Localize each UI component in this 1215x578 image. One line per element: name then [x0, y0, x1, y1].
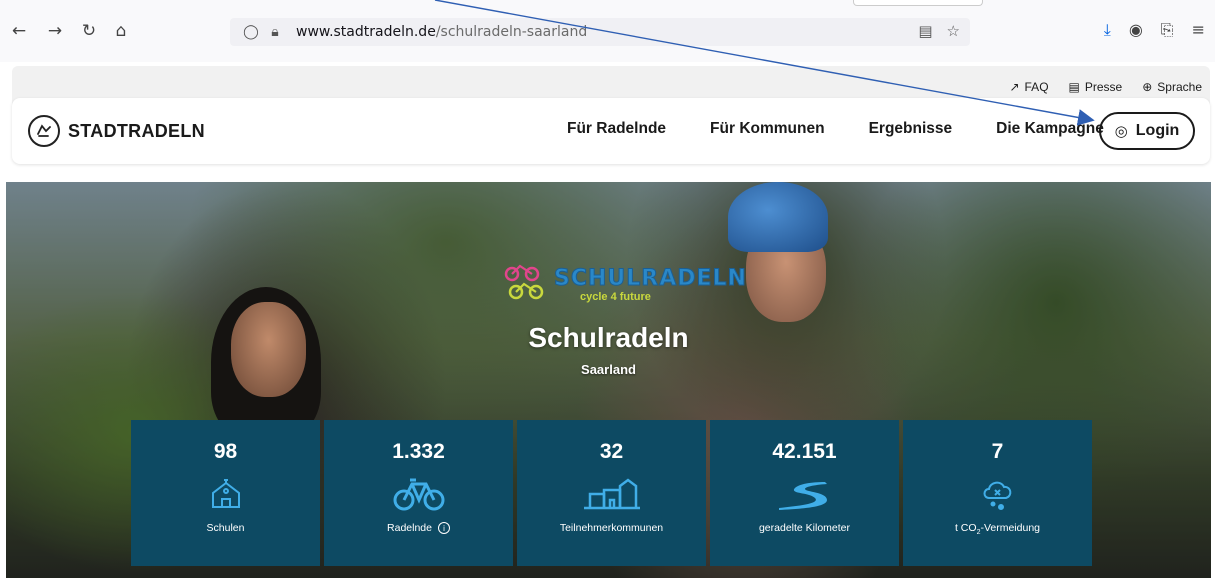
stat-label: geradelte Kilometer	[758, 522, 851, 534]
stat-card-kilometer: 42.151 geradelte Kilometer	[710, 420, 899, 566]
page: ↗ FAQ ▤ Presse ⊕ Sprache STADTRADELN Für Ra…	[0, 62, 1215, 578]
home-icon[interactable]: ⌂	[110, 20, 132, 42]
brand-subtitle: cycle 4 future	[580, 291, 651, 303]
account-icon[interactable]: ◉	[1129, 20, 1143, 40]
stat-value: 7	[991, 440, 1004, 463]
stat-label: Schulen	[206, 522, 245, 534]
info-icon[interactable]: i	[437, 522, 450, 534]
faq-link[interactable]: ↗ FAQ	[1009, 80, 1048, 94]
bicycle-icon	[392, 476, 446, 512]
stat-label-row: t CO2-Vermeidung	[955, 522, 1040, 536]
download-icon[interactable]: ⤓	[1104, 20, 1111, 40]
stat-value: 1.332	[392, 440, 445, 463]
presse-label: Presse	[1084, 80, 1123, 94]
main-navigation: STADTRADELN Für Radelnde Für Kommunen Er…	[12, 98, 1210, 164]
stat-card-radelnde: 1.332 Radelnde i	[324, 420, 513, 566]
back-arrow-icon[interactable]: ←	[8, 20, 30, 42]
hero-subtitle: Saarland	[581, 362, 636, 377]
faq-label: FAQ	[1024, 80, 1049, 94]
globe-icon: ⊕	[1142, 80, 1153, 94]
school-icon	[209, 476, 243, 512]
sprache-link[interactable]: ⊕ Sprache	[1142, 80, 1202, 94]
stat-label-row: Radelnde i	[387, 522, 450, 534]
logo-text: STADTRADELN	[68, 120, 205, 141]
menu-icon[interactable]: ≡	[1192, 20, 1205, 40]
arrow-up-right-icon: ↗	[1009, 80, 1020, 94]
stat-label: Teilnehmerkommunen	[559, 522, 664, 534]
url-text[interactable]: www.stadtradeln.de/schulradeln-saarland	[296, 24, 587, 40]
reader-view-icon[interactable]: ▤	[918, 22, 932, 40]
co2-cloud-icon	[981, 476, 1015, 512]
presse-link[interactable]: ▤ Presse	[1069, 80, 1123, 94]
buildings-icon	[582, 476, 642, 512]
schulradeln-logo: SCHULRADELN cycle 4 future	[502, 262, 747, 307]
site-logo[interactable]: STADTRADELN	[28, 115, 205, 147]
brand-title: SCHULRADELN	[554, 266, 747, 292]
nav-item-kommunen[interactable]: Für Kommunen	[710, 120, 825, 138]
reload-icon[interactable]: ↻	[78, 20, 100, 42]
stat-value: 42.151	[772, 440, 837, 463]
sprache-label: Sprache	[1157, 80, 1202, 94]
login-label: Login	[1135, 122, 1180, 139]
nav-item-kampagne[interactable]: Die Kampagne	[996, 120, 1104, 138]
forward-arrow-icon[interactable]: →	[44, 20, 66, 42]
extensions-icon[interactable]: ⎘	[1161, 20, 1174, 40]
nav-item-radelnde[interactable]: Für Radelnde	[567, 120, 666, 138]
hero-banner: SCHULRADELN cycle 4 future Schulradeln S…	[6, 182, 1211, 578]
address-bar[interactable]: ◯ 🔒︎ www.stadtradeln.de/schulradeln-saar…	[230, 18, 970, 46]
tab-edge	[853, 0, 983, 6]
road-icon	[775, 476, 835, 512]
stat-value: 98	[213, 440, 238, 463]
user-circle-icon: ◎	[1114, 122, 1128, 140]
stat-value: 32	[599, 440, 624, 463]
login-button[interactable]: ◎ Login	[1099, 112, 1195, 150]
stats-row: 98 Schulen 1.332 Radelnde i 32 Teilnehmer…	[131, 420, 1092, 566]
stat-card-schulen: 98 Schulen	[131, 420, 320, 566]
stat-card-kommunen: 32 Teilnehmerkommunen	[517, 420, 706, 566]
nav-item-ergebnisse[interactable]: Ergebnisse	[869, 120, 953, 138]
bikes-logo-icon	[502, 262, 548, 307]
lock-icon: 🔒︎	[271, 24, 279, 40]
hero-photo-helmet	[728, 182, 828, 252]
stat-label: t CO2-Vermeidung	[955, 522, 1040, 536]
stat-label-prefix: t CO	[954, 522, 977, 534]
browser-toolbar: ← → ↻ ⌂ ◯ 🔒︎ www.stadtradeln.de/schulrad…	[0, 0, 1215, 62]
stat-card-co2: 7 t CO2-Vermeidung	[903, 420, 1092, 566]
stat-label-suffix: -Vermeidung	[980, 522, 1041, 534]
shield-icon: ◯	[243, 24, 259, 40]
bookmark-star-icon[interactable]: ☆	[947, 22, 960, 40]
logo-bike-icon	[28, 115, 60, 147]
newspaper-icon: ▤	[1068, 80, 1080, 94]
hero-title: Schulradeln	[528, 322, 689, 353]
stat-label: Radelnde	[387, 522, 432, 534]
